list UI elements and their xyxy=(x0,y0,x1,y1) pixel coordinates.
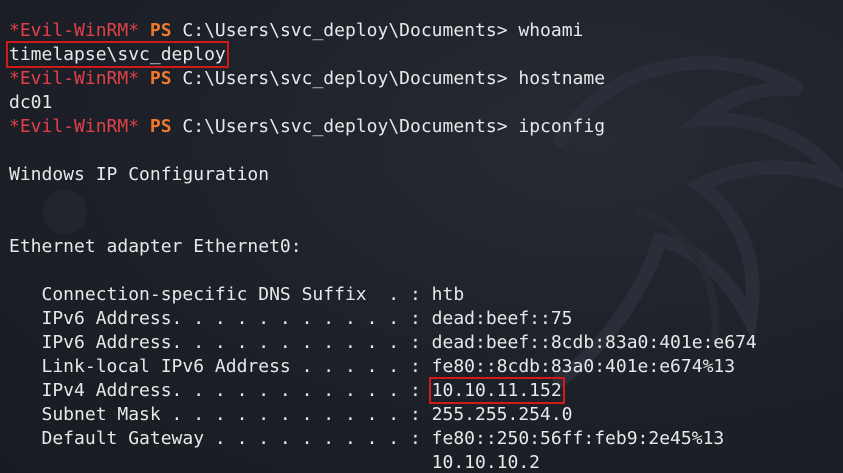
row-label xyxy=(9,452,432,473)
row-value: htb xyxy=(431,284,465,305)
row-label: Connection-specific DNS Suffix . : xyxy=(9,284,432,305)
row-value: fe80::8cdb:83a0:401e:e674%13 xyxy=(431,356,736,377)
row-label: IPv4 Address. . . . . . . . . . . : xyxy=(9,380,432,401)
output-line: dc01 xyxy=(9,91,843,115)
row-value: dead:beef::75 xyxy=(431,308,573,329)
prompt-line: *Evil-WinRM* PS C:\Users\svc_deploy\Docu… xyxy=(9,115,843,139)
prompt-evil: *Evil-WinRM* xyxy=(9,68,140,89)
row-label: Subnet Mask . . . . . . . . . . . : xyxy=(9,404,432,425)
whoami-output-highlighted: timelapse\svc_deploy xyxy=(6,41,229,68)
prompt-line: *Evil-WinRM* PS C:\Users\svc_deploy\Docu… xyxy=(9,19,843,43)
ipconfig-row: IPv6 Address. . . . . . . . . . . : dead… xyxy=(9,307,843,331)
row-value: 10.10.10.2 xyxy=(431,452,541,473)
row-label: IPv6 Address. . . . . . . . . . . : xyxy=(9,332,432,353)
ipconfig-row: Connection-specific DNS Suffix . : htb xyxy=(9,283,843,307)
adapter-heading-text: Ethernet adapter Ethernet0: xyxy=(9,236,302,257)
row-label: Default Gateway . . . . . . . . . : xyxy=(9,428,432,449)
row-label: IPv6 Address. . . . . . . . . . . : xyxy=(9,308,432,329)
row-value: fe80::250:56ff:feb9:2e45%13 xyxy=(431,428,725,449)
ipconfig-row: IPv4 Address. . . . . . . . . . . : 10.1… xyxy=(9,377,843,404)
hostname-output: dc01 xyxy=(9,92,53,113)
prompt-path: C:\Users\svc_deploy\Documents> xyxy=(182,20,508,41)
row-label: Link-local IPv6 Address . . . . . : xyxy=(9,356,432,377)
ipconfig-row: Link-local IPv6 Address . . . . . : fe80… xyxy=(9,355,843,379)
ipv4-value-highlighted: 10.10.11.152 xyxy=(428,377,565,404)
ipconfig-row: 10.10.10.2 xyxy=(9,451,843,473)
command-text: ipconfig xyxy=(518,116,606,137)
row-value: 255.255.254.0 xyxy=(431,404,573,425)
prompt-line: *Evil-WinRM* PS C:\Users\svc_deploy\Docu… xyxy=(9,67,843,91)
prompt-path: C:\Users\svc_deploy\Documents> xyxy=(182,68,508,89)
prompt-ps: PS xyxy=(149,68,172,89)
prompt-ps: PS xyxy=(149,116,172,137)
row-value: dead:beef::8cdb:83a0:401e:e674 xyxy=(431,332,757,353)
ipconfig-title: Windows IP Configuration xyxy=(9,163,843,187)
ipconfig-title-text: Windows IP Configuration xyxy=(9,164,270,185)
terminal-output: *Evil-WinRM* PS C:\Users\svc_deploy\Docu… xyxy=(6,19,843,473)
ipconfig-row: IPv6 Address. . . . . . . . . . . : dead… xyxy=(9,331,843,355)
prompt-evil: *Evil-WinRM* xyxy=(9,116,140,137)
output-line: timelapse\svc_deploy xyxy=(6,41,843,68)
ipconfig-row: Default Gateway . . . . . . . . . : fe80… xyxy=(9,427,843,451)
terminal-window[interactable]: *Evil-WinRM* PS C:\Users\svc_deploy\Docu… xyxy=(0,0,843,473)
command-text: whoami xyxy=(518,20,584,41)
prompt-evil: *Evil-WinRM* xyxy=(9,20,140,41)
prompt-path: C:\Users\svc_deploy\Documents> xyxy=(182,116,508,137)
adapter-heading: Ethernet adapter Ethernet0: xyxy=(9,235,843,259)
ipconfig-row: Subnet Mask . . . . . . . . . . . : 255.… xyxy=(9,403,843,427)
prompt-ps: PS xyxy=(149,20,172,41)
command-text: hostname xyxy=(518,68,606,89)
